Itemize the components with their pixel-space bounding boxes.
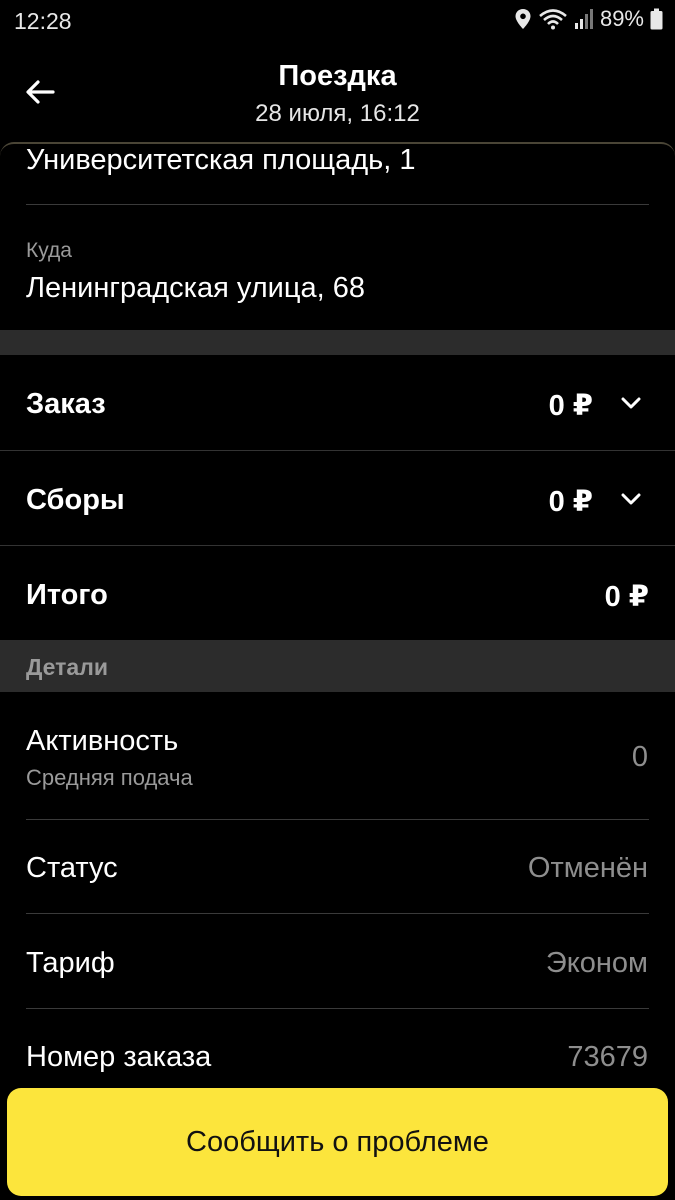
page-subtitle: 28 июля, 16:12 — [255, 100, 420, 127]
activity-row: Активность Средняя подача 0 — [0, 692, 675, 819]
section-gap — [0, 330, 675, 355]
battery-icon — [650, 8, 663, 30]
status-icons: 89% — [514, 6, 663, 32]
battery-percent: 89% — [599, 6, 644, 31]
order-number-row: Номер заказа 73679 — [0, 1009, 675, 1089]
total-row: Итого 0 ₽ — [0, 546, 675, 641]
status-row: Статус Отменён — [0, 820, 675, 914]
route-card: Университетская площадь, 1 Куда Ленингра… — [0, 142, 675, 330]
status-value: Отменён — [527, 852, 648, 884]
page-title: Поездка — [278, 60, 397, 92]
tariff-row: Тариф Эконом — [0, 914, 675, 1008]
app-header: Поездка 28 июля, 16:12 — [0, 42, 675, 142]
order-cost-label: Заказ — [26, 388, 106, 420]
signal-icon — [574, 8, 594, 30]
status-time: 12:28 — [14, 8, 72, 34]
route-from-address: Университетская площадь, 1 — [26, 144, 416, 176]
tariff-value: Эконом — [545, 947, 648, 979]
activity-value: 0 — [631, 741, 648, 773]
order-cost-value: 0 ₽ — [548, 390, 593, 422]
total-label: Итого — [26, 579, 108, 611]
activity-sublabel: Средняя подача — [26, 765, 193, 790]
status-label: Статус — [26, 852, 118, 884]
details-section-header: Детали — [0, 640, 675, 692]
order-cost-row[interactable]: Заказ 0 ₽ — [0, 355, 675, 450]
fees-value: 0 ₽ — [548, 486, 593, 518]
activity-label: Активность — [26, 725, 179, 757]
fees-label: Сборы — [26, 484, 125, 516]
status-bar: 12:28 89% — [0, 0, 675, 42]
location-icon — [514, 8, 532, 30]
report-problem-button[interactable]: Сообщить о проблеме — [7, 1088, 668, 1196]
chevron-down-icon[interactable] — [617, 485, 645, 513]
route-divider — [26, 204, 649, 205]
order-number-value: 73679 — [567, 1041, 648, 1073]
chevron-down-icon[interactable] — [617, 389, 645, 417]
order-number-label: Номер заказа — [26, 1041, 212, 1073]
total-value: 0 ₽ — [604, 581, 649, 613]
route-to-address: Ленинградская улица, 68 — [26, 272, 365, 304]
tariff-label: Тариф — [26, 947, 115, 979]
route-to-label: Куда — [26, 239, 72, 262]
trip-details-screen: 12:28 89% Поездка 28 июля, 16:12 Универс… — [0, 0, 675, 1200]
fees-row[interactable]: Сборы 0 ₽ — [0, 451, 675, 546]
wifi-icon — [538, 8, 568, 30]
details-title: Детали — [26, 654, 108, 680]
